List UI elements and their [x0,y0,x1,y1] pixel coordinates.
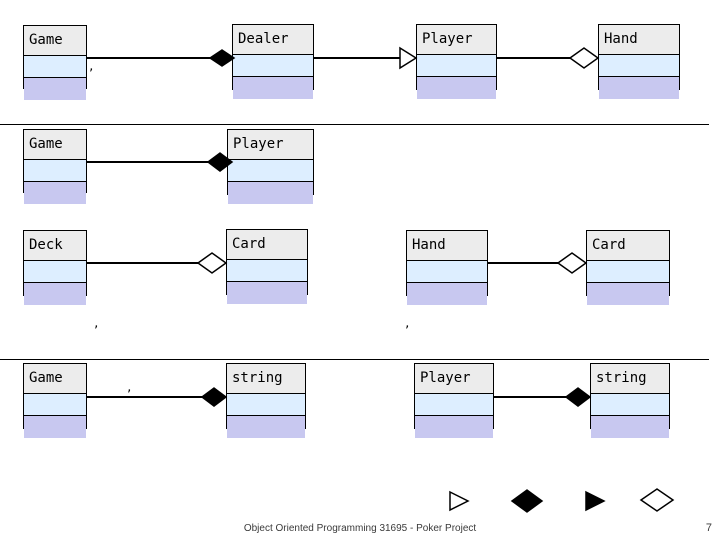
class-name: Game [24,130,86,160]
class-box-player-2[interactable]: Player [227,129,314,204]
connector-game-dealer [87,57,232,59]
class-operations [227,416,305,438]
class-attributes [415,394,493,416]
tick-mark-4: , [126,381,133,394]
class-operations [407,283,487,305]
class-name: Hand [407,231,487,261]
tick-mark-2: , [93,317,100,330]
class-operations [233,77,313,99]
class-box-dealer-1[interactable]: Dealer [232,24,314,99]
class-box-game-1[interactable]: Game [23,25,87,100]
class-attributes [228,160,313,182]
class-box-deck-3[interactable]: Deck [23,230,87,305]
class-operations [415,416,493,438]
class-name: Game [24,26,86,56]
class-name: string [227,364,305,394]
connector-hand-card-3 [487,262,565,264]
class-name: Player [415,364,493,394]
class-box-player-1[interactable]: Player [416,24,497,99]
class-attributes [24,160,86,182]
class-name: Player [417,25,496,55]
connector-player-hand [497,57,599,59]
class-attributes [417,55,496,77]
class-box-hand-3[interactable]: Hand [406,230,488,305]
class-operations [228,182,313,204]
tick-mark-1: , [88,60,95,73]
class-operations [417,77,496,99]
class-box-game-4[interactable]: Game [23,363,87,438]
class-operations [599,77,679,99]
class-name: Card [227,230,307,260]
class-operations [24,182,86,204]
class-name: Dealer [233,25,313,55]
class-attributes [24,261,86,283]
class-attributes [591,394,669,416]
class-operations [24,416,86,438]
class-box-game-2[interactable]: Game [23,129,87,204]
class-name: Game [24,364,86,394]
connector-player-string-4 [494,396,584,398]
class-operations [591,416,669,438]
class-box-string-4a[interactable]: string [226,363,306,438]
class-attributes [227,394,305,416]
class-attributes [599,55,679,77]
class-box-hand-1[interactable]: Hand [598,24,680,99]
connector-deck-card-3 [87,262,205,264]
legend-filled-triangle-icon [585,490,606,512]
class-attributes [233,55,313,77]
class-attributes [227,260,307,282]
class-attributes [24,56,86,78]
class-attributes [24,394,86,416]
legend-filled-diamond-icon [510,489,544,513]
class-box-string-4b[interactable]: string [590,363,670,438]
row-separator-1 [0,124,709,125]
connector-dealer-player [314,57,416,59]
class-box-card-3b[interactable]: Card [586,230,670,305]
class-operations [24,283,86,305]
class-attributes [587,261,669,283]
legend-hollow-diamond-icon [639,488,675,512]
class-box-player-4[interactable]: Player [414,363,494,438]
class-box-card-3a[interactable]: Card [226,229,308,304]
connector-game-string-4 [87,396,221,398]
class-operations [587,283,669,305]
slide-footer: Object Oriented Programming 31695 - Poke… [243,523,477,534]
class-name: Player [228,130,313,160]
row-separator-2 [0,359,709,360]
slide-page-number: 7 [705,522,712,534]
connector-game-player-2 [87,161,232,163]
tick-mark-3: , [404,317,411,330]
class-name: Deck [24,231,86,261]
slide-canvas: Game Dealer Player Hand Game Player Deck [0,0,720,540]
class-name: Hand [599,25,679,55]
class-name: string [591,364,669,394]
class-operations [227,282,307,304]
class-operations [24,78,86,100]
class-name: Card [587,231,669,261]
class-attributes [407,261,487,283]
legend-hollow-triangle-icon [449,490,470,512]
